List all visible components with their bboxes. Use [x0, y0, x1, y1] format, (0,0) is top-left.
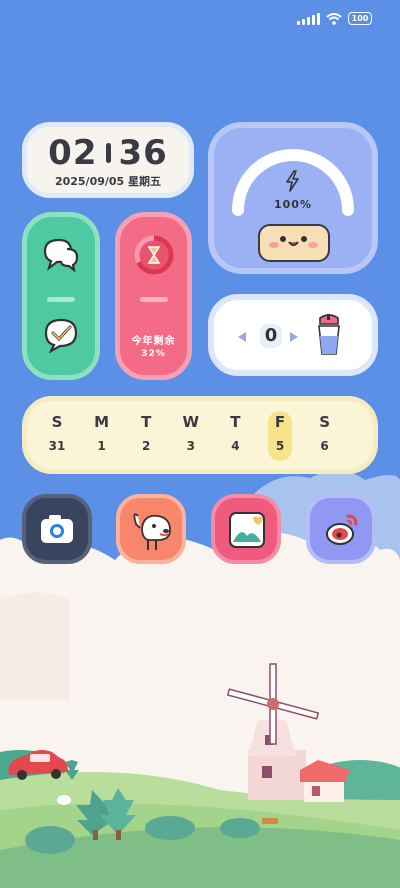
- calendar-date: 5: [275, 439, 285, 453]
- calendar-weekday: W: [182, 413, 200, 431]
- decrement-arrow-icon[interactable]: [236, 331, 248, 343]
- weibo-app-icon[interactable]: [306, 494, 376, 564]
- status-bar: 100: [297, 12, 372, 25]
- clock-widget[interactable]: 02 36 2025/09/05 星期五: [22, 122, 194, 198]
- calendar-weekday: T: [230, 413, 241, 431]
- chat-bubble-icon[interactable]: [41, 237, 81, 273]
- calendar-weekday: F: [274, 413, 286, 431]
- calendar-day[interactable]: F5: [266, 413, 294, 453]
- calendar-date: 2: [142, 439, 151, 453]
- wifi-icon: [326, 12, 342, 25]
- year-remaining-widget[interactable]: 今年剩余 32%: [115, 212, 192, 380]
- calendar-weekday: M: [94, 413, 110, 431]
- face-mascot-icon: [258, 224, 330, 262]
- calendar-day[interactable]: T2: [132, 413, 160, 453]
- clock-minute: 36: [118, 133, 168, 173]
- calendar-weekday: S: [51, 413, 63, 431]
- widget-divider: [140, 297, 168, 302]
- drink-cup-icon[interactable]: [314, 314, 344, 358]
- battery-indicator: 100: [348, 12, 372, 25]
- calendar-day[interactable]: W3: [177, 413, 205, 453]
- clock-separator: [105, 143, 111, 163]
- calendar-day[interactable]: M1: [88, 413, 116, 453]
- calendar-date: 1: [97, 439, 106, 453]
- check-bubble-icon[interactable]: [41, 317, 81, 353]
- clock-time: 02 36: [27, 133, 189, 173]
- battery-widget[interactable]: 100%: [208, 122, 378, 274]
- year-remaining-value: 32%: [141, 349, 166, 359]
- increment-arrow-icon[interactable]: [288, 331, 300, 343]
- gallery-app-icon[interactable]: [211, 494, 281, 564]
- calendar-date: 3: [186, 439, 195, 453]
- calendar-date: 6: [320, 439, 329, 453]
- calendar-day[interactable]: S 31: [43, 413, 71, 453]
- dog-icon: [133, 513, 171, 550]
- gallery-icon: [229, 512, 265, 548]
- battery-percent: 100%: [274, 198, 312, 211]
- counter-value: 0: [260, 324, 282, 348]
- jd-app-icon[interactable]: [116, 494, 186, 564]
- clock-hour: 02: [48, 133, 98, 173]
- lightning-icon: [286, 170, 299, 192]
- widget-divider: [47, 297, 75, 302]
- calendar-date: 4: [231, 439, 240, 453]
- calendar-weekday: T: [141, 413, 152, 431]
- year-remaining-label: 今年剩余: [131, 336, 176, 347]
- week-calendar-widget[interactable]: S 31 M 1 T 2 W 3 T 4 F 5 S 6: [22, 396, 378, 474]
- calendar-weekday: S: [319, 413, 330, 431]
- signal-icon: [297, 12, 320, 25]
- clock-date: 2025/09/05 星期五: [54, 175, 162, 188]
- hourglass-progress-icon: [134, 235, 174, 275]
- weibo-icon: [326, 514, 358, 545]
- drink-counter-widget[interactable]: 0: [208, 294, 378, 376]
- camera-app-icon[interactable]: [22, 494, 92, 564]
- messaging-widget[interactable]: [22, 212, 100, 380]
- calendar-day[interactable]: S6: [311, 413, 339, 453]
- calendar-day[interactable]: T4: [221, 413, 249, 453]
- calendar-date: 31: [48, 439, 66, 453]
- camera-icon: [41, 515, 73, 543]
